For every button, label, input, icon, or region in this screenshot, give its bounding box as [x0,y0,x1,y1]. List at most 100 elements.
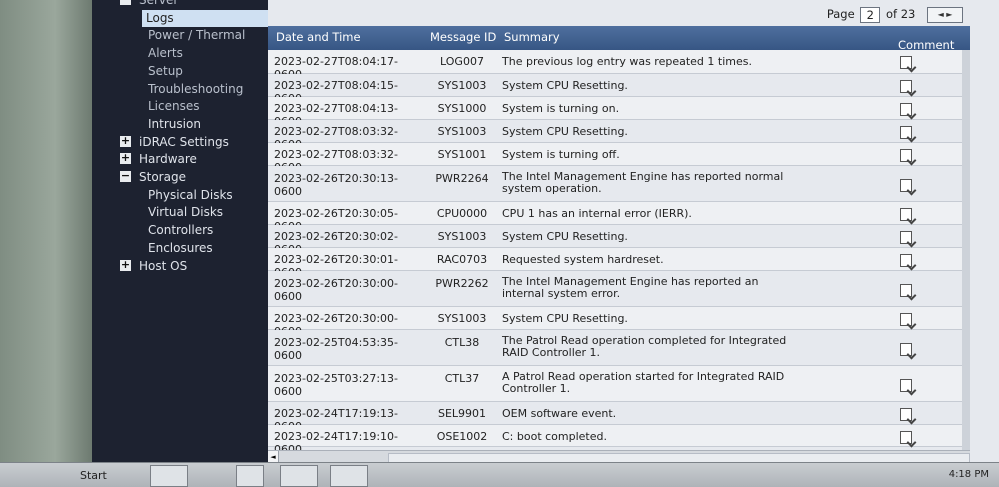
nav-item[interactable]: Enclosures [144,240,268,257]
add-comment-icon[interactable] [900,149,912,162]
page-nav-arrows[interactable]: ◄ ► [927,6,963,23]
nav-item[interactable]: − Storage [116,169,268,186]
nav-item[interactable]: Setup [144,63,268,80]
comment-cell [900,343,912,359]
comment-cell [900,431,912,447]
table-row[interactable]: 2023-02-26T20:30:02-0600SYS1003System CP… [268,225,970,256]
add-comment-icon[interactable] [900,431,912,444]
table-row[interactable]: 2023-02-25T03:27:13-0600 CTL37 A Patrol Re… [268,366,970,402]
add-comment-icon[interactable] [900,126,912,139]
log-message-id-cell: OSE1002 [436,430,488,443]
comment-cell [900,254,912,270]
collapse-minus-icon[interactable]: − [120,170,131,182]
nav-item-label: Alerts [148,46,183,61]
nav-item[interactable]: Virtual Disks [144,204,268,221]
collapse-minus-icon[interactable]: − [120,0,131,5]
expand-plus-icon[interactable]: + [120,135,131,147]
nav-item[interactable]: + Hardware [116,151,268,168]
log-message-id-cell: PWR2264 [435,172,489,185]
page-label: Page [826,7,855,21]
log-summary-cell: System is turning off. [502,148,620,161]
taskbar-app-2[interactable] [236,465,264,487]
monitor-bezel [0,0,92,486]
log-message-id-cell: SYS1003 [437,125,487,138]
log-message-id-cell: CTL37 [444,372,480,385]
add-comment-icon[interactable] [900,313,912,326]
table-header: Date and Time Message ID Summary Comment [268,26,970,52]
page-number-input[interactable]: 2 [860,6,881,23]
comment-cell [900,408,912,424]
add-comment-icon[interactable] [900,56,912,69]
nav-item[interactable]: + Host OS [116,258,268,275]
pager: Page 2 of 23 ◄ ► [827,4,963,24]
log-date-cell: 2023-02-25T03:27:13-0600 [274,372,399,398]
table-row[interactable]: 2023-02-26T20:30:13-0600 PWR2264 The Intel… [268,166,970,202]
start-button[interactable]: Start [80,469,107,482]
nav-item[interactable]: Controllers [144,222,268,239]
nav-item[interactable]: Licenses [144,98,268,115]
taskbar-app-1[interactable] [150,465,188,487]
add-comment-icon[interactable] [900,254,912,267]
table-row[interactable]: 2023-02-27T08:04:13-0600SYS1000System is… [268,97,970,128]
table-row[interactable]: 2023-02-26T20:30:05-0600CPU0000CPU 1 has… [268,202,970,233]
comment-cell [900,126,912,142]
table-row[interactable]: 2023-02-26T20:30:01-0600RAC0703Requested… [268,248,970,279]
nav-item[interactable]: Troubleshooting [144,81,268,98]
table-row[interactable]: 2023-02-27T08:03:32-0600SYS1003System CP… [268,120,970,151]
add-comment-icon[interactable] [900,343,912,356]
column-header-summary[interactable]: Summary [504,30,560,44]
taskbar-app-3[interactable] [280,465,318,487]
nav-item[interactable]: − Server [116,0,268,9]
comment-cell [900,208,912,224]
table-row[interactable]: 2023-02-27T08:03:32-0600SYS1001System is… [268,143,970,174]
column-header-date[interactable]: Date and Time [276,30,361,44]
comment-cell [900,179,912,195]
nav-item[interactable]: + iDRAC Settings [116,134,268,151]
log-date-cell: 2023-02-26T20:30:00-0600 [274,277,399,303]
table-row[interactable]: 2023-02-26T20:30:00-0600SYS1003System CP… [268,307,970,338]
log-summary-cell: System CPU Resetting. [502,79,628,92]
column-header-message-id[interactable]: Message ID [430,30,496,44]
log-message-id-cell: CPU0000 [436,207,488,220]
log-summary-cell: System CPU Resetting. [502,230,628,243]
table-row[interactable]: 2023-02-24T17:19:10-0600OSE1002C: boot c… [268,425,970,456]
log-summary-cell: The previous log entry was repeated 1 ti… [502,55,752,68]
table-row[interactable]: 2023-02-27T08:04:17-0600LOG007The previo… [268,50,970,81]
log-summary-cell: The Intel Management Engine has reported… [502,170,784,195]
add-comment-icon[interactable] [900,284,912,297]
nav-item[interactable]: Power / Thermal [144,27,268,44]
comment-cell [900,103,912,119]
table-row[interactable]: 2023-02-25T04:53:35-0600 CTL38 The Patrol … [268,330,970,366]
nav-item[interactable]: Intrusion [144,116,268,133]
table-row[interactable]: 2023-02-27T08:04:15-0600SYS1003System CP… [268,74,970,105]
add-comment-icon[interactable] [900,80,912,93]
log-message-id-cell: SYS1000 [437,102,487,115]
add-comment-icon[interactable] [900,103,912,116]
nav-item-label: Intrusion [148,116,201,131]
table-row[interactable]: 2023-02-24T17:19:13-0600SEL9901OEM softw… [268,402,970,433]
add-comment-icon[interactable] [900,379,912,392]
expand-plus-icon[interactable]: + [120,152,131,165]
comment-cell [900,284,912,300]
log-message-id-cell: SYS1003 [437,230,487,243]
nav-item-label: iDRAC Settings [139,134,229,149]
log-summary-cell: The Intel Management Engine has reported… [502,275,759,300]
nav-item[interactable]: Logs [142,9,268,27]
log-summary-cell: System is turning on. [502,102,620,115]
log-message-id-cell: CTL38 [444,336,480,349]
add-comment-icon[interactable] [900,208,912,221]
comment-cell [900,80,912,96]
expand-plus-icon[interactable]: + [120,259,131,271]
taskbar-app-4[interactable] [330,465,368,487]
table-row[interactable]: 2023-02-26T20:30:00-0600 PWR2262 The Intel… [268,271,970,307]
log-panel: Page 2 of 23 ◄ ► Date and Time Message I… [268,0,999,463]
vertical-scrollbar[interactable] [962,50,970,450]
log-message-id-cell: PWR2262 [435,277,489,290]
nav-item[interactable]: Physical Disks [144,187,268,204]
add-comment-icon[interactable] [900,231,912,244]
log-message-id-cell: SYS1003 [437,312,487,325]
log-message-id-cell: SEL9901 [437,407,487,420]
add-comment-icon[interactable] [900,408,912,421]
nav-item[interactable]: Alerts [144,45,268,62]
add-comment-icon[interactable] [900,179,912,192]
